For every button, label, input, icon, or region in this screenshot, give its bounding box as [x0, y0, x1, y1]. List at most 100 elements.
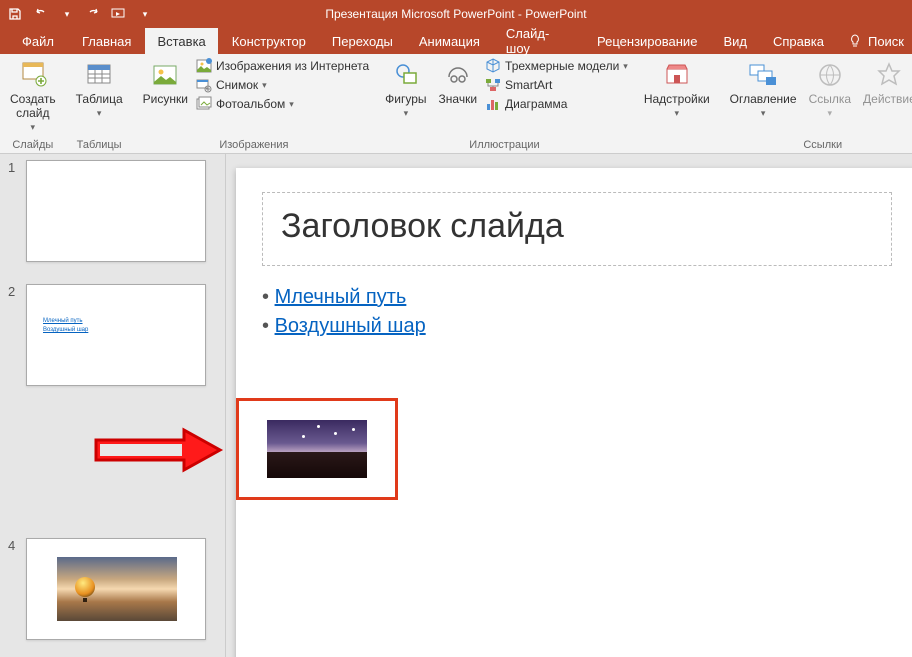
screenshot-icon	[196, 77, 212, 93]
start-from-beginning-icon[interactable]	[110, 5, 128, 23]
3dmodels-button[interactable]: Трехмерные модели ▾	[485, 58, 628, 74]
group-tables: Таблица ▾ Таблицы	[66, 54, 133, 153]
icons-button[interactable]: Значки	[435, 58, 482, 108]
3dmodels-label: Трехмерные модели	[505, 59, 619, 73]
online-pictures-icon	[196, 58, 212, 74]
tab-home[interactable]: Главная	[70, 28, 143, 54]
chart-button[interactable]: Диаграмма	[485, 96, 628, 112]
thumb-number: 4	[8, 538, 20, 553]
screenshot-label: Снимок	[216, 78, 258, 92]
workspace: 1 2 Млечный путь Воздушный шар 4	[0, 154, 912, 657]
slide-body-content[interactable]: Млечный путь Воздушный шар	[262, 286, 426, 344]
photo-album-button[interactable]: Фотоальбом ▾	[196, 96, 369, 112]
photo-album-icon	[196, 96, 212, 112]
tab-review[interactable]: Рецензирование	[585, 28, 709, 54]
store-icon	[662, 60, 692, 90]
tab-help[interactable]: Справка	[761, 28, 836, 54]
thumbnail-slide-2[interactable]: Млечный путь Воздушный шар	[26, 284, 206, 386]
cube-icon	[485, 58, 501, 74]
tab-view[interactable]: Вид	[711, 28, 759, 54]
shapes-button[interactable]: Фигуры ▾	[381, 58, 430, 121]
thumbnail-row[interactable]: 2 Млечный путь Воздушный шар	[8, 284, 217, 386]
group-addins: Надстройки ▾	[634, 54, 720, 153]
icons-icon	[443, 60, 473, 90]
tab-slideshow[interactable]: Слайд-шоу	[494, 28, 583, 54]
addins-button[interactable]: Надстройки ▾	[640, 58, 714, 121]
online-pictures-button[interactable]: Изображения из Интернета	[196, 58, 369, 74]
screenshot-button[interactable]: Снимок ▾	[196, 77, 369, 93]
chart-label: Диаграмма	[505, 97, 567, 111]
hyperlink-2[interactable]: Воздушный шар	[275, 315, 426, 337]
dragged-thumbnail[interactable]	[236, 398, 398, 500]
thumbnail-row[interactable]: 4	[8, 538, 217, 640]
chart-icon	[485, 96, 501, 112]
milky-way-image	[267, 420, 367, 478]
table-label: Таблица	[76, 92, 123, 106]
chevron-down-icon: ▾	[404, 108, 409, 119]
chevron-down-icon: ▾	[31, 122, 36, 133]
group-images-label: Изображения	[139, 139, 369, 151]
search-label: Поиск	[868, 34, 904, 49]
new-slide-label: Создать слайд	[10, 92, 56, 120]
group-addins-label	[640, 139, 714, 151]
save-icon[interactable]	[6, 5, 24, 23]
zoom-label: Оглавление	[730, 92, 797, 106]
zoom-button[interactable]: Оглавление ▾	[726, 58, 801, 121]
photo-album-label: Фотоальбом	[216, 97, 285, 111]
qat-dropdown-icon[interactable]: ▾	[136, 5, 154, 23]
shapes-icon	[391, 60, 421, 90]
group-illustrations-label: Иллюстрации	[381, 139, 628, 151]
link-icon	[815, 60, 845, 90]
tell-me-search[interactable]: Поиск	[838, 28, 912, 54]
thumb-image	[57, 557, 177, 621]
group-slides-label: Слайды	[6, 139, 60, 151]
thumbnail-slide-1[interactable]	[26, 160, 206, 262]
hyperlink-1[interactable]: Млечный путь	[275, 286, 407, 308]
action-label: Действие	[863, 92, 912, 106]
smartart-label: SmartArt	[505, 78, 552, 92]
slide-thumbnail-pane[interactable]: 1 2 Млечный путь Воздушный шар 4	[0, 154, 226, 657]
group-illustrations: Фигуры ▾ Значки Трехмерные модели ▾ Smar…	[375, 54, 634, 153]
action-icon	[874, 60, 904, 90]
tab-file[interactable]: Файл	[10, 28, 68, 54]
slide-title-placeholder[interactable]: Заголовок слайда	[262, 192, 892, 266]
new-slide-button[interactable]: Создать слайд ▾	[6, 58, 60, 135]
annotation-arrow-icon	[94, 427, 224, 477]
undo-dropdown-icon[interactable]: ▾	[58, 5, 76, 23]
action-button[interactable]: Действие	[859, 58, 912, 108]
tab-design[interactable]: Конструктор	[220, 28, 318, 54]
title-bar: ▾ ▾ Презентация Microsoft PowerPoint - P…	[0, 0, 912, 28]
shapes-label: Фигуры	[385, 92, 426, 106]
pictures-button[interactable]: Рисунки	[139, 58, 192, 108]
thumbnail-row[interactable]: 1	[8, 160, 217, 262]
tab-insert[interactable]: Вставка	[145, 28, 217, 54]
redo-icon[interactable]	[84, 5, 102, 23]
chevron-down-icon: ▾	[97, 108, 102, 119]
lightbulb-icon	[846, 32, 864, 50]
group-slides: Создать слайд ▾ Слайды	[0, 54, 66, 153]
addins-label: Надстройки	[644, 92, 710, 106]
tab-transitions[interactable]: Переходы	[320, 28, 405, 54]
thumbnail-slide-4[interactable]	[26, 538, 206, 640]
icons-label: Значки	[439, 92, 478, 106]
smartart-button[interactable]: SmartArt	[485, 77, 628, 93]
table-icon	[84, 60, 114, 90]
group-images: Рисунки Изображения из Интернета Снимок …	[133, 54, 375, 153]
chevron-down-icon: ▾	[674, 108, 679, 119]
thumb-number: 2	[8, 284, 20, 299]
group-links-label: Ссылки	[726, 139, 912, 151]
window-title: Презентация Microsoft PowerPoint - Power…	[325, 7, 586, 21]
table-button[interactable]: Таблица ▾	[72, 58, 127, 121]
chevron-down-icon: ▾	[761, 108, 766, 119]
undo-icon[interactable]	[32, 5, 50, 23]
zoom-toc-icon	[748, 60, 778, 90]
group-links: Оглавление ▾ Ссылка ▾ Действие Ссылки	[720, 54, 912, 153]
thumb-preview-text: Млечный путь Воздушный шар	[43, 317, 88, 335]
new-slide-icon	[18, 60, 48, 90]
chevron-down-icon: ▾	[623, 61, 628, 72]
link-button[interactable]: Ссылка ▾	[805, 58, 855, 121]
pictures-icon	[150, 60, 180, 90]
ribbon-tab-strip: Файл Главная Вставка Конструктор Переход…	[0, 28, 912, 54]
tab-animations[interactable]: Анимация	[407, 28, 492, 54]
pictures-label: Рисунки	[143, 92, 188, 106]
